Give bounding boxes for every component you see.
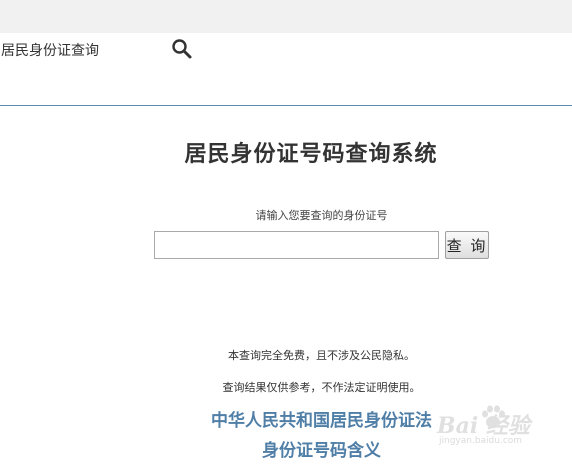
page-title: 居民身份证号码查询系统 [184,142,438,167]
id-number-input[interactable] [154,231,439,259]
notice-reference-only: 查询结果仅供参考，不作法定证明使用。 [222,381,421,394]
watermark-url: jingyan.baidu.com [439,436,523,446]
search-icon[interactable] [171,38,193,60]
notice-free: 本查询完全免费，且不涉及公民隐私。 [228,349,415,362]
site-title[interactable]: 居民身份证查询 [1,40,99,60]
query-button[interactable]: 查 询 [445,231,489,259]
site-header: 居民身份证查询 [0,33,572,106]
id-input-prompt: 请输入您要查询的身份证号 [255,209,388,222]
browser-top-bar [0,0,572,33]
baidu-jingyan-watermark: Bai 经验 jingyan.baidu.com [433,400,563,460]
